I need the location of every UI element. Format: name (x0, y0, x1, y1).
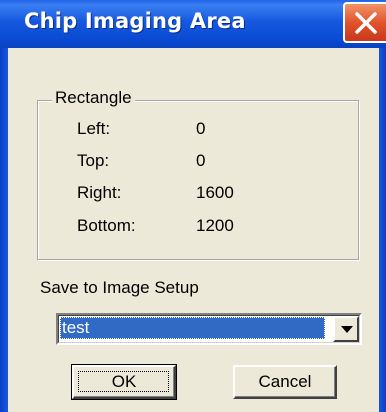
right-value: 1600 (196, 183, 234, 202)
window-title: Chip Imaging Area (24, 9, 246, 33)
title-bar[interactable]: Chip Imaging Area (0, 0, 386, 48)
dialog-window: Chip Imaging Area Rectangle Left: 0 Top:… (0, 0, 386, 412)
bottom-label: Bottom: (77, 216, 136, 235)
bottom-value: 1200 (196, 216, 234, 235)
close-icon (355, 12, 377, 34)
left-label: Left: (77, 119, 111, 138)
ok-button[interactable]: OK (71, 364, 177, 400)
left-value: 0 (196, 119, 206, 138)
cancel-button[interactable]: Cancel (233, 365, 337, 399)
focus-rect (78, 371, 169, 392)
save-to-image-setup-label: Save to Image Setup (40, 278, 199, 297)
window-frame-right (379, 48, 386, 412)
image-setup-dropdown[interactable]: test (56, 313, 362, 345)
cancel-button-label: Cancel (258, 372, 312, 391)
dropdown-selected-value[interactable]: test (60, 317, 325, 339)
rectangle-legend: Rectangle (52, 88, 135, 108)
chevron-down-icon (341, 326, 353, 333)
right-label: Right: (77, 183, 122, 202)
window-frame-left (0, 48, 8, 412)
top-value: 0 (196, 151, 206, 170)
close-button[interactable] (343, 2, 386, 43)
dropdown-button[interactable] (333, 316, 359, 342)
top-label: Top: (77, 151, 110, 170)
